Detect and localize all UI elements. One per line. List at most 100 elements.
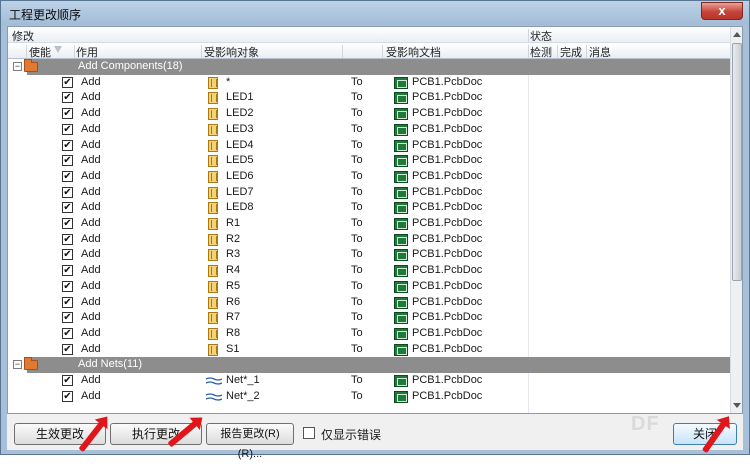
change-row[interactable]: ✔ Add LED4 To PCB1.PcbDoc — [8, 138, 730, 154]
header-done[interactable]: 完成 — [560, 44, 582, 60]
to-cell: To — [351, 201, 363, 214]
enable-checkbox[interactable]: ✔ — [62, 390, 73, 402]
change-row[interactable]: ✔ Add Net*_1 To PCB1.PcbDoc — [8, 373, 730, 389]
to-cell: To — [351, 217, 363, 229]
change-row[interactable]: ✔ Add LED6 To PCB1.PcbDoc — [8, 169, 730, 185]
change-row[interactable]: ✔ Add R8 To PCB1.PcbDoc — [8, 326, 730, 342]
to-cell: To — [351, 326, 363, 339]
group-row[interactable]: − Add Components(18) — [8, 59, 730, 75]
header-action[interactable]: 作用 — [76, 44, 98, 60]
header-separator — [382, 45, 383, 58]
enable-checkbox[interactable]: ✔ — [62, 155, 73, 167]
pcb-document-icon — [394, 155, 408, 168]
enable-checkbox[interactable]: ✔ — [62, 76, 73, 88]
component-icon — [208, 76, 218, 89]
pcb-document-icon — [394, 218, 408, 230]
change-order-grid: 修改 状态 使能 作用 受影响对象 受影响文档 检测 完成 消息 − Add C… — [7, 26, 743, 414]
affected-document-cell: PCB1.PcbDoc — [412, 138, 483, 151]
enable-checkbox[interactable]: ✔ — [62, 186, 73, 198]
affected-object-cell: LED7 — [226, 185, 254, 198]
component-icon — [208, 327, 218, 340]
change-row[interactable]: ✔ Add R5 To PCB1.PcbDoc — [8, 279, 730, 295]
component-icon — [208, 296, 218, 309]
change-row[interactable]: ✔ Add Net*_2 To PCB1.PcbDoc — [8, 389, 730, 405]
filter-icon[interactable] — [54, 46, 62, 53]
header-separator — [342, 45, 343, 58]
change-row[interactable]: ✔ Add LED3 To PCB1.PcbDoc — [8, 122, 730, 138]
only-show-errors-checkbox[interactable] — [303, 427, 315, 439]
header-document[interactable]: 受影响文档 — [386, 44, 441, 60]
header-object[interactable]: 受影响对象 — [204, 44, 259, 60]
change-row[interactable]: ✔ Add LED7 To PCB1.PcbDoc — [8, 185, 730, 201]
header-separator — [557, 45, 558, 58]
header-enable[interactable]: 使能 — [29, 44, 51, 60]
enable-checkbox[interactable]: ✔ — [62, 265, 73, 277]
title-bar[interactable]: 工程更改顺序 x — [1, 1, 749, 25]
change-row[interactable]: ✔ Add R6 To PCB1.PcbDoc — [8, 295, 730, 311]
window-close-button[interactable]: x — [701, 2, 743, 20]
header-check[interactable]: 检测 — [530, 44, 552, 60]
affected-object-cell: R4 — [226, 264, 241, 277]
change-row[interactable]: ✔ Add LED1 To PCB1.PcbDoc — [8, 90, 730, 106]
enable-checkbox[interactable]: ✔ — [62, 218, 73, 229]
header-modify: 修改 — [12, 31, 34, 43]
pcb-document-icon — [394, 92, 408, 105]
to-cell: To — [351, 154, 363, 167]
enable-checkbox[interactable]: ✔ — [62, 375, 73, 386]
header-separator — [528, 29, 529, 42]
report-changes-button[interactable]: 报告更改(R) (R)... — [206, 423, 294, 460]
enable-checkbox[interactable]: ✔ — [62, 170, 73, 182]
enable-checkbox[interactable]: ✔ — [62, 296, 73, 308]
group-row[interactable]: − Add Nets(11) — [8, 357, 730, 374]
component-icon — [208, 218, 218, 230]
change-row[interactable]: ✔ Add LED5 To PCB1.PcbDoc — [8, 153, 730, 169]
change-row[interactable]: ✔ Add R4 To PCB1.PcbDoc — [8, 263, 730, 279]
affected-object-cell: LED1 — [226, 91, 254, 104]
to-cell: To — [351, 169, 363, 182]
enable-checkbox[interactable]: ✔ — [62, 202, 73, 214]
scroll-up-icon[interactable] — [733, 32, 741, 37]
change-row[interactable]: ✔ Add R3 To PCB1.PcbDoc — [8, 247, 730, 263]
enable-checkbox[interactable]: ✔ — [62, 327, 73, 339]
change-row[interactable]: ✔ Add LED2 To PCB1.PcbDoc — [8, 106, 730, 122]
change-row[interactable]: ✔ Add * To PCB1.PcbDoc — [8, 75, 730, 91]
collapse-icon[interactable]: − — [13, 360, 22, 370]
affected-object-cell: LED3 — [226, 122, 254, 135]
pcb-document-icon — [394, 108, 408, 121]
enable-checkbox[interactable]: ✔ — [62, 343, 73, 355]
change-row[interactable]: ✔ Add R2 To PCB1.PcbDoc — [8, 232, 730, 248]
window-title: 工程更改顺序 — [9, 8, 82, 22]
enable-checkbox[interactable]: ✔ — [62, 123, 73, 135]
affected-document-cell: PCB1.PcbDoc — [412, 75, 483, 88]
vertical-scrollbar[interactable] — [730, 27, 742, 413]
change-row[interactable]: ✔ Add R1 To PCB1.PcbDoc — [8, 216, 730, 232]
affected-document-cell: PCB1.PcbDoc — [412, 342, 483, 355]
enable-checkbox[interactable]: ✔ — [62, 233, 73, 245]
affected-document-cell: PCB1.PcbDoc — [412, 217, 483, 229]
pcb-document-icon — [394, 312, 408, 325]
header-message[interactable]: 消息 — [589, 44, 611, 60]
pcb-document-icon — [394, 390, 408, 403]
pcb-document-icon — [394, 296, 408, 309]
pcb-document-icon — [394, 139, 408, 152]
enable-checkbox[interactable]: ✔ — [62, 108, 73, 120]
pcb-document-icon — [394, 186, 408, 199]
change-row[interactable]: ✔ Add R7 To PCB1.PcbDoc — [8, 310, 730, 326]
change-row[interactable]: ✔ Add LED8 To PCB1.PcbDoc — [8, 200, 730, 216]
affected-document-cell: PCB1.PcbDoc — [412, 389, 483, 402]
enable-checkbox[interactable]: ✔ — [62, 139, 73, 151]
action-cell: Add — [81, 154, 101, 167]
collapse-icon[interactable]: − — [13, 62, 22, 71]
action-cell: Add — [81, 232, 101, 245]
enable-checkbox[interactable]: ✔ — [62, 280, 73, 292]
scroll-down-icon[interactable] — [733, 403, 741, 408]
enable-checkbox[interactable]: ✔ — [62, 249, 73, 261]
to-cell: To — [351, 295, 363, 308]
scroll-thumb[interactable] — [732, 43, 742, 281]
affected-document-cell: PCB1.PcbDoc — [412, 295, 483, 308]
enable-checkbox[interactable]: ✔ — [62, 312, 73, 324]
enable-checkbox[interactable]: ✔ — [62, 92, 73, 104]
to-cell: To — [351, 264, 363, 277]
component-icon — [208, 233, 218, 246]
change-row[interactable]: ✔ Add S1 To PCB1.PcbDoc — [8, 342, 730, 358]
